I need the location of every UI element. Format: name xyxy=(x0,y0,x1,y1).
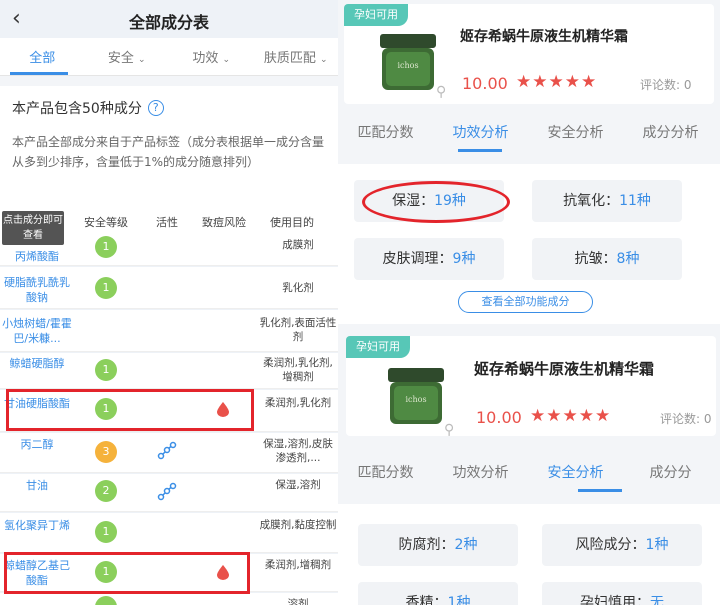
product-analysis-screen: 孕妇可用 ichos ⚲ 姬存希蜗牛原液生机精华霜 10.00 ★★★★★ 评论… xyxy=(338,0,720,605)
rating-stars: ★★★★★ xyxy=(516,72,598,92)
effect-antioxidant[interactable]: 抗氧化：11种 xyxy=(532,180,682,222)
ingredient-name[interactable]: 氢化聚异丁烯 xyxy=(4,518,70,533)
highlight-box xyxy=(6,389,254,431)
safety-pregnancy-caution[interactable]: 孕妇慎用：无 xyxy=(542,582,702,605)
chevron-down-icon: ⌄ xyxy=(138,55,146,65)
comment-count: 评论数: 0 xyxy=(640,78,692,92)
ingredient-purpose: 保湿,溶剂 xyxy=(275,479,321,491)
active-molecule-icon xyxy=(157,441,177,465)
active-tab-underline xyxy=(458,149,502,152)
highlight-box xyxy=(4,552,250,594)
tab-effect-analysis[interactable]: 功效分析 xyxy=(433,462,528,482)
safety-badge: 1 xyxy=(95,277,117,299)
pregnancy-safe-tag: 孕妇可用 xyxy=(344,4,408,26)
ingredient-name[interactable]: 硬脂酰乳酰乳酸钠 xyxy=(4,275,70,305)
pregnancy-safe-tag: 孕妇可用 xyxy=(346,336,410,358)
safety-preservative[interactable]: 防腐剂：2种 xyxy=(358,524,518,566)
safety-analysis-panel: 防腐剂：2种 风险成分：1种 香精：1种 孕妇慎用：无 xyxy=(338,504,720,605)
ingredient-name[interactable]: 甘油 xyxy=(4,478,70,493)
header-purpose: 使用目的 xyxy=(270,216,314,229)
safety-badge: 1 xyxy=(95,236,117,258)
product-image: ichos xyxy=(374,30,442,94)
ingredient-purpose: 保湿,溶剂,皮肤渗透剂,... xyxy=(263,438,333,464)
tab-all[interactable]: 全部 xyxy=(0,47,85,66)
tab-safety-analysis[interactable]: 安全分析 xyxy=(528,122,623,142)
ingredient-purpose: 成膜剂,黏度控制 xyxy=(259,519,337,531)
tab-effect-analysis[interactable]: 功效分析 xyxy=(433,122,528,142)
product-score: 10.00 xyxy=(476,408,522,427)
ingredient-purpose: 柔润剂,乳化剂,增稠剂 xyxy=(263,357,333,383)
safety-fragrance[interactable]: 香精：1种 xyxy=(358,582,518,605)
comment-count: 评论数: 0 xyxy=(660,412,712,426)
ingredient-list-screen: ‹ 全部成分表 全部 安全 ⌄ 功效 ⌄ 肤质匹配 ⌄ 本产品包含50种成分? … xyxy=(0,0,338,605)
safety-badge: 3 xyxy=(95,441,117,463)
analysis-tabs: 匹配分数 功效分析 安全分析 成分分 xyxy=(338,452,720,492)
product-name: 姬存希蜗牛原液生机精华霜 xyxy=(474,360,655,378)
active-molecule-icon xyxy=(157,482,177,506)
active-tab-underline xyxy=(578,489,622,492)
safety-badge: 1 xyxy=(95,521,117,543)
filter-tabs: 全部 安全 ⌄ 功效 ⌄ 肤质匹配 ⌄ xyxy=(0,38,338,76)
zoom-icon[interactable]: ⚲ xyxy=(436,84,446,100)
product-name: 姬存希蜗牛原液生机精华霜 xyxy=(460,29,628,45)
tab-safety[interactable]: 安全 ⌄ xyxy=(85,47,170,66)
tab-match-score[interactable]: 匹配分数 xyxy=(338,462,433,482)
safety-risk-ingredient[interactable]: 风险成分：1种 xyxy=(542,524,702,566)
tab-match-score[interactable]: 匹配分数 xyxy=(338,122,433,142)
ingredient-name[interactable]: 小烛树蜡/霍霍巴/米糠... xyxy=(2,316,72,346)
header-activity: 活性 xyxy=(156,216,178,229)
tab-skin-match[interactable]: 肤质匹配 ⌄ xyxy=(254,47,339,66)
effect-skin-conditioning[interactable]: 皮肤调理：9种 xyxy=(354,238,504,280)
table-row[interactable]: 氢化聚异丁烯 1 成膜剂,黏度控制 xyxy=(0,513,338,553)
ingredient-purpose: 乳化剂 xyxy=(282,282,314,294)
svg-text:ichos: ichos xyxy=(405,395,426,404)
safety-badge: 1 xyxy=(95,359,117,381)
highlight-oval xyxy=(362,181,510,223)
table-row[interactable]: 小烛树蜡/霍霍巴/米糠... 乳化剂,表面活性剂 xyxy=(0,310,338,352)
ingredient-count: 本产品包含50种成分 xyxy=(12,101,142,117)
ingredient-name[interactable]: 丙烯酸酯 xyxy=(4,249,70,264)
ingredient-name[interactable]: 丙二醇 xyxy=(4,437,70,452)
tap-ingredient-tooltip: 点击成分即可查看 xyxy=(2,211,64,245)
analysis-tabs: 匹配分数 功效分析 安全分析 成分分析 xyxy=(338,112,720,152)
rating-stars: ★★★★★ xyxy=(530,406,612,426)
product-score: 10.00 xyxy=(462,74,508,93)
safety-badge xyxy=(95,596,117,605)
view-all-effects-button[interactable]: 查看全部功能成分 xyxy=(458,291,593,313)
ingredient-purpose: 乳化剂,表面活性剂 xyxy=(259,317,337,343)
table-row[interactable]: 甘油 2 保湿,溶剂 xyxy=(0,474,338,512)
table-row[interactable]: 硬脂酰乳酰乳酸钠 1 乳化剂 xyxy=(0,267,338,309)
tab-safety-analysis[interactable]: 安全分析 xyxy=(528,462,623,482)
product-image: ichos xyxy=(382,364,450,428)
product-card[interactable]: 孕妇可用 ichos ⚲ 姬存希蜗牛原液生机精华霜 10.00 ★★★★★ 评论… xyxy=(344,4,714,104)
product-card[interactable]: 孕妇可用 ichos ⚲ 姬存希蜗牛原液生机精华霜 10.00 ★★★★★ 评论… xyxy=(346,336,716,438)
page-title: 全部成分表 xyxy=(128,13,209,32)
ingredient-name[interactable]: 鲸蜡硬脂醇 xyxy=(4,356,70,371)
ingredient-purpose: 柔润剂,增稠剂 xyxy=(264,559,332,571)
ingredient-purpose: 成膜剂 xyxy=(282,239,314,251)
help-icon[interactable]: ? xyxy=(147,100,164,116)
tab-ingredient-analysis[interactable]: 成分分 xyxy=(623,462,718,482)
tab-ingredient-analysis[interactable]: 成分分析 xyxy=(623,122,718,142)
header-acne-risk: 致痘风险 xyxy=(202,216,246,229)
safety-badge: 2 xyxy=(95,480,117,502)
active-tab-underline xyxy=(10,72,68,75)
ingredient-purpose: 溶剂 xyxy=(287,598,309,605)
ingredient-purpose: 柔润剂,乳化剂 xyxy=(264,397,332,409)
table-row[interactable]: 溶剂 xyxy=(0,593,338,605)
chevron-down-icon: ⌄ xyxy=(320,55,328,65)
zoom-icon[interactable]: ⚲ xyxy=(444,422,454,438)
nav-bar: ‹ 全部成分表 xyxy=(0,0,338,38)
header-safety-level: 安全等级 xyxy=(84,216,128,229)
svg-text:ichos: ichos xyxy=(397,61,418,70)
table-row[interactable]: 鲸蜡硬脂醇 1 柔润剂,乳化剂,增稠剂 xyxy=(0,353,338,389)
source-description: 本产品全部成分来自于产品标签（成分表根据单一成分含量从多到少排序，含量低于1%的… xyxy=(12,135,325,169)
chevron-down-icon: ⌄ xyxy=(222,55,231,65)
table-row[interactable]: 丙二醇 3 保湿,溶剂,皮肤渗透剂,... xyxy=(0,433,338,473)
effect-anti-wrinkle[interactable]: 抗皱：8种 xyxy=(532,238,682,280)
tab-effect[interactable]: 功效 ⌄ xyxy=(169,47,254,66)
